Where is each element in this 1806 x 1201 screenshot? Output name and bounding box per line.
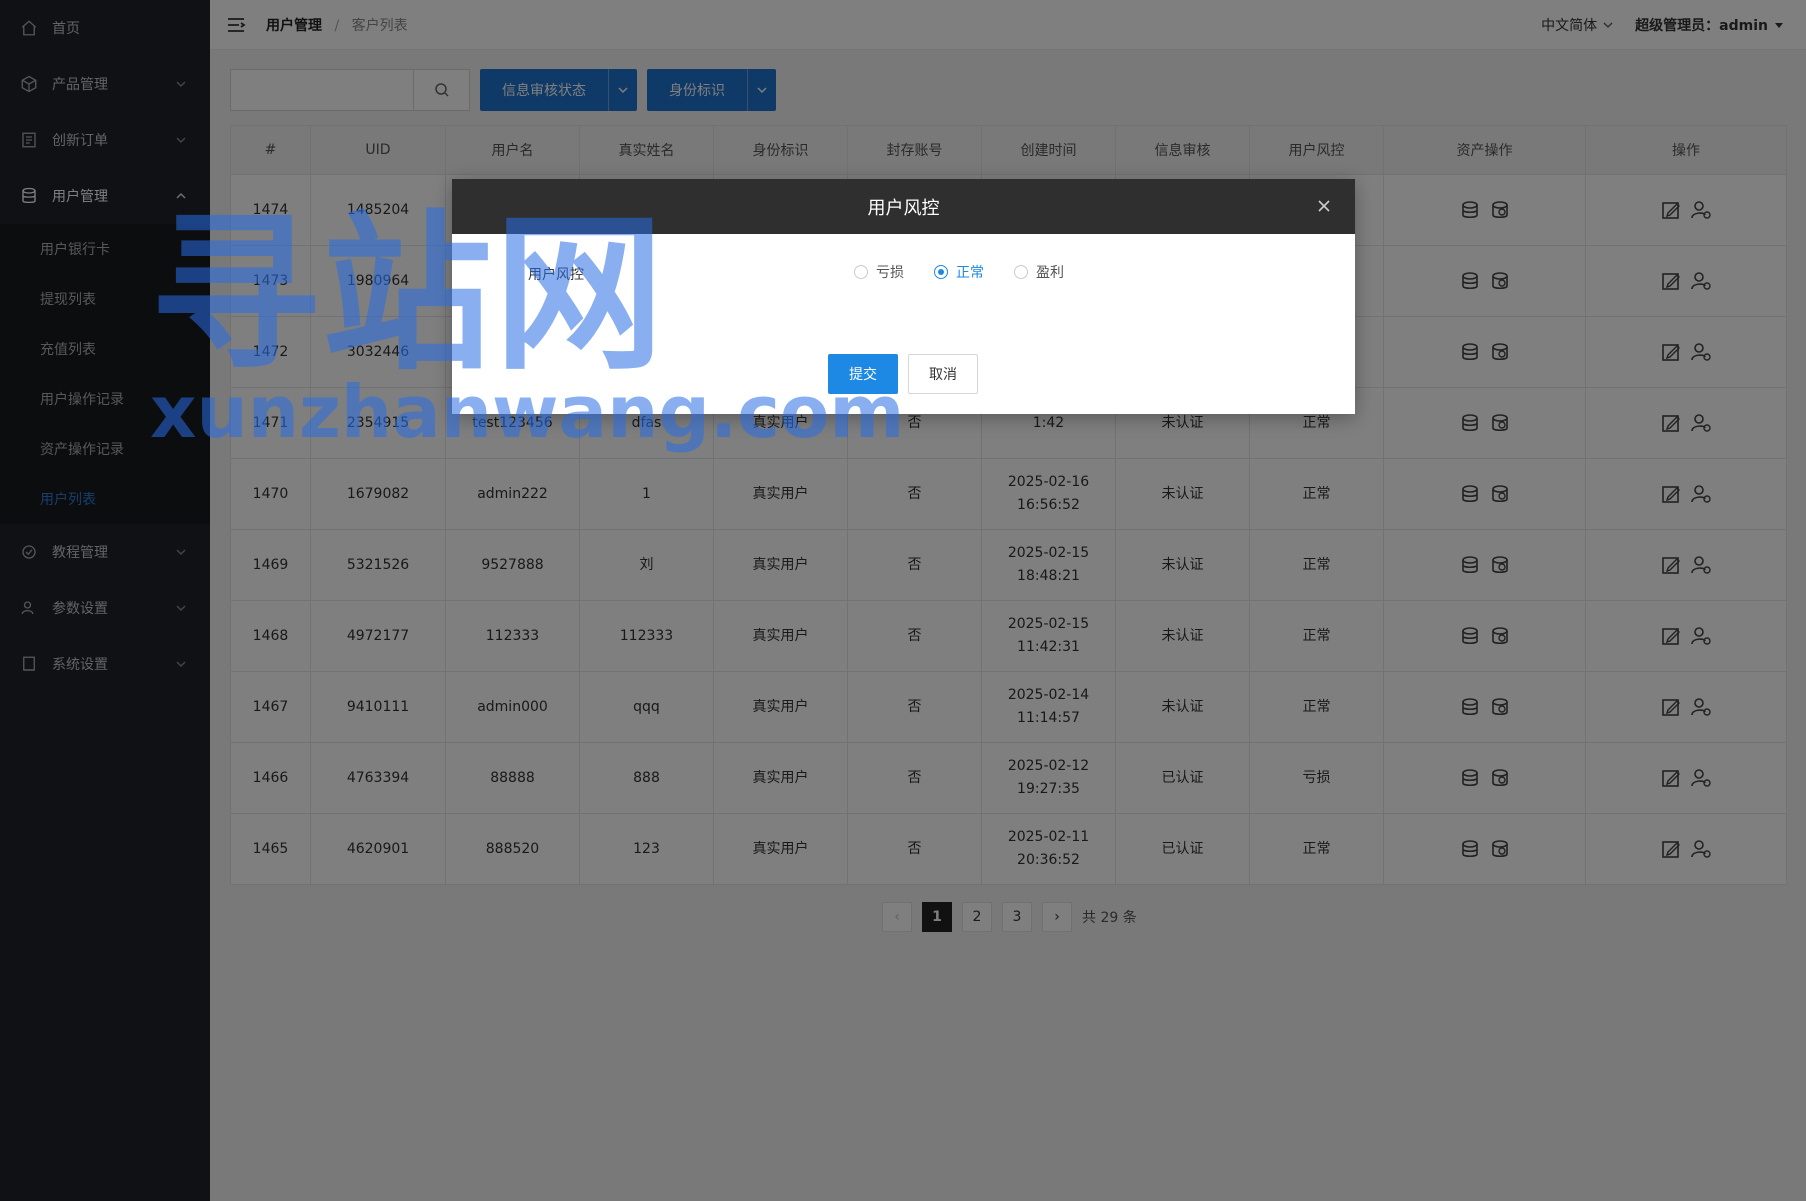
radio-circle bbox=[1014, 265, 1028, 279]
risk-control-modal: 用户风控 用户风控 亏损 正常 盈利 提交 取消 bbox=[452, 179, 1355, 414]
radio-circle bbox=[854, 265, 868, 279]
risk-field-label: 用户风控 bbox=[528, 267, 584, 283]
modal-title: 用户风控 bbox=[867, 197, 940, 219]
radio-label: 亏损 bbox=[876, 265, 904, 281]
risk-radio-group: 亏损 正常 盈利 bbox=[854, 262, 1094, 282]
radio-label: 盈利 bbox=[1036, 265, 1064, 281]
modal-buttons: 提交 取消 bbox=[828, 354, 978, 394]
radio-loss[interactable]: 亏损 bbox=[854, 262, 904, 282]
modal-header: 用户风控 bbox=[452, 179, 1355, 234]
cancel-button[interactable]: 取消 bbox=[908, 354, 978, 394]
modal-body: 用户风控 亏损 正常 盈利 提交 取消 bbox=[452, 234, 1355, 414]
submit-button[interactable]: 提交 bbox=[828, 354, 898, 394]
radio-normal[interactable]: 正常 bbox=[934, 262, 984, 282]
close-icon[interactable] bbox=[1315, 197, 1333, 215]
radio-circle bbox=[934, 265, 948, 279]
radio-profit[interactable]: 盈利 bbox=[1014, 262, 1064, 282]
radio-label: 正常 bbox=[956, 265, 984, 281]
